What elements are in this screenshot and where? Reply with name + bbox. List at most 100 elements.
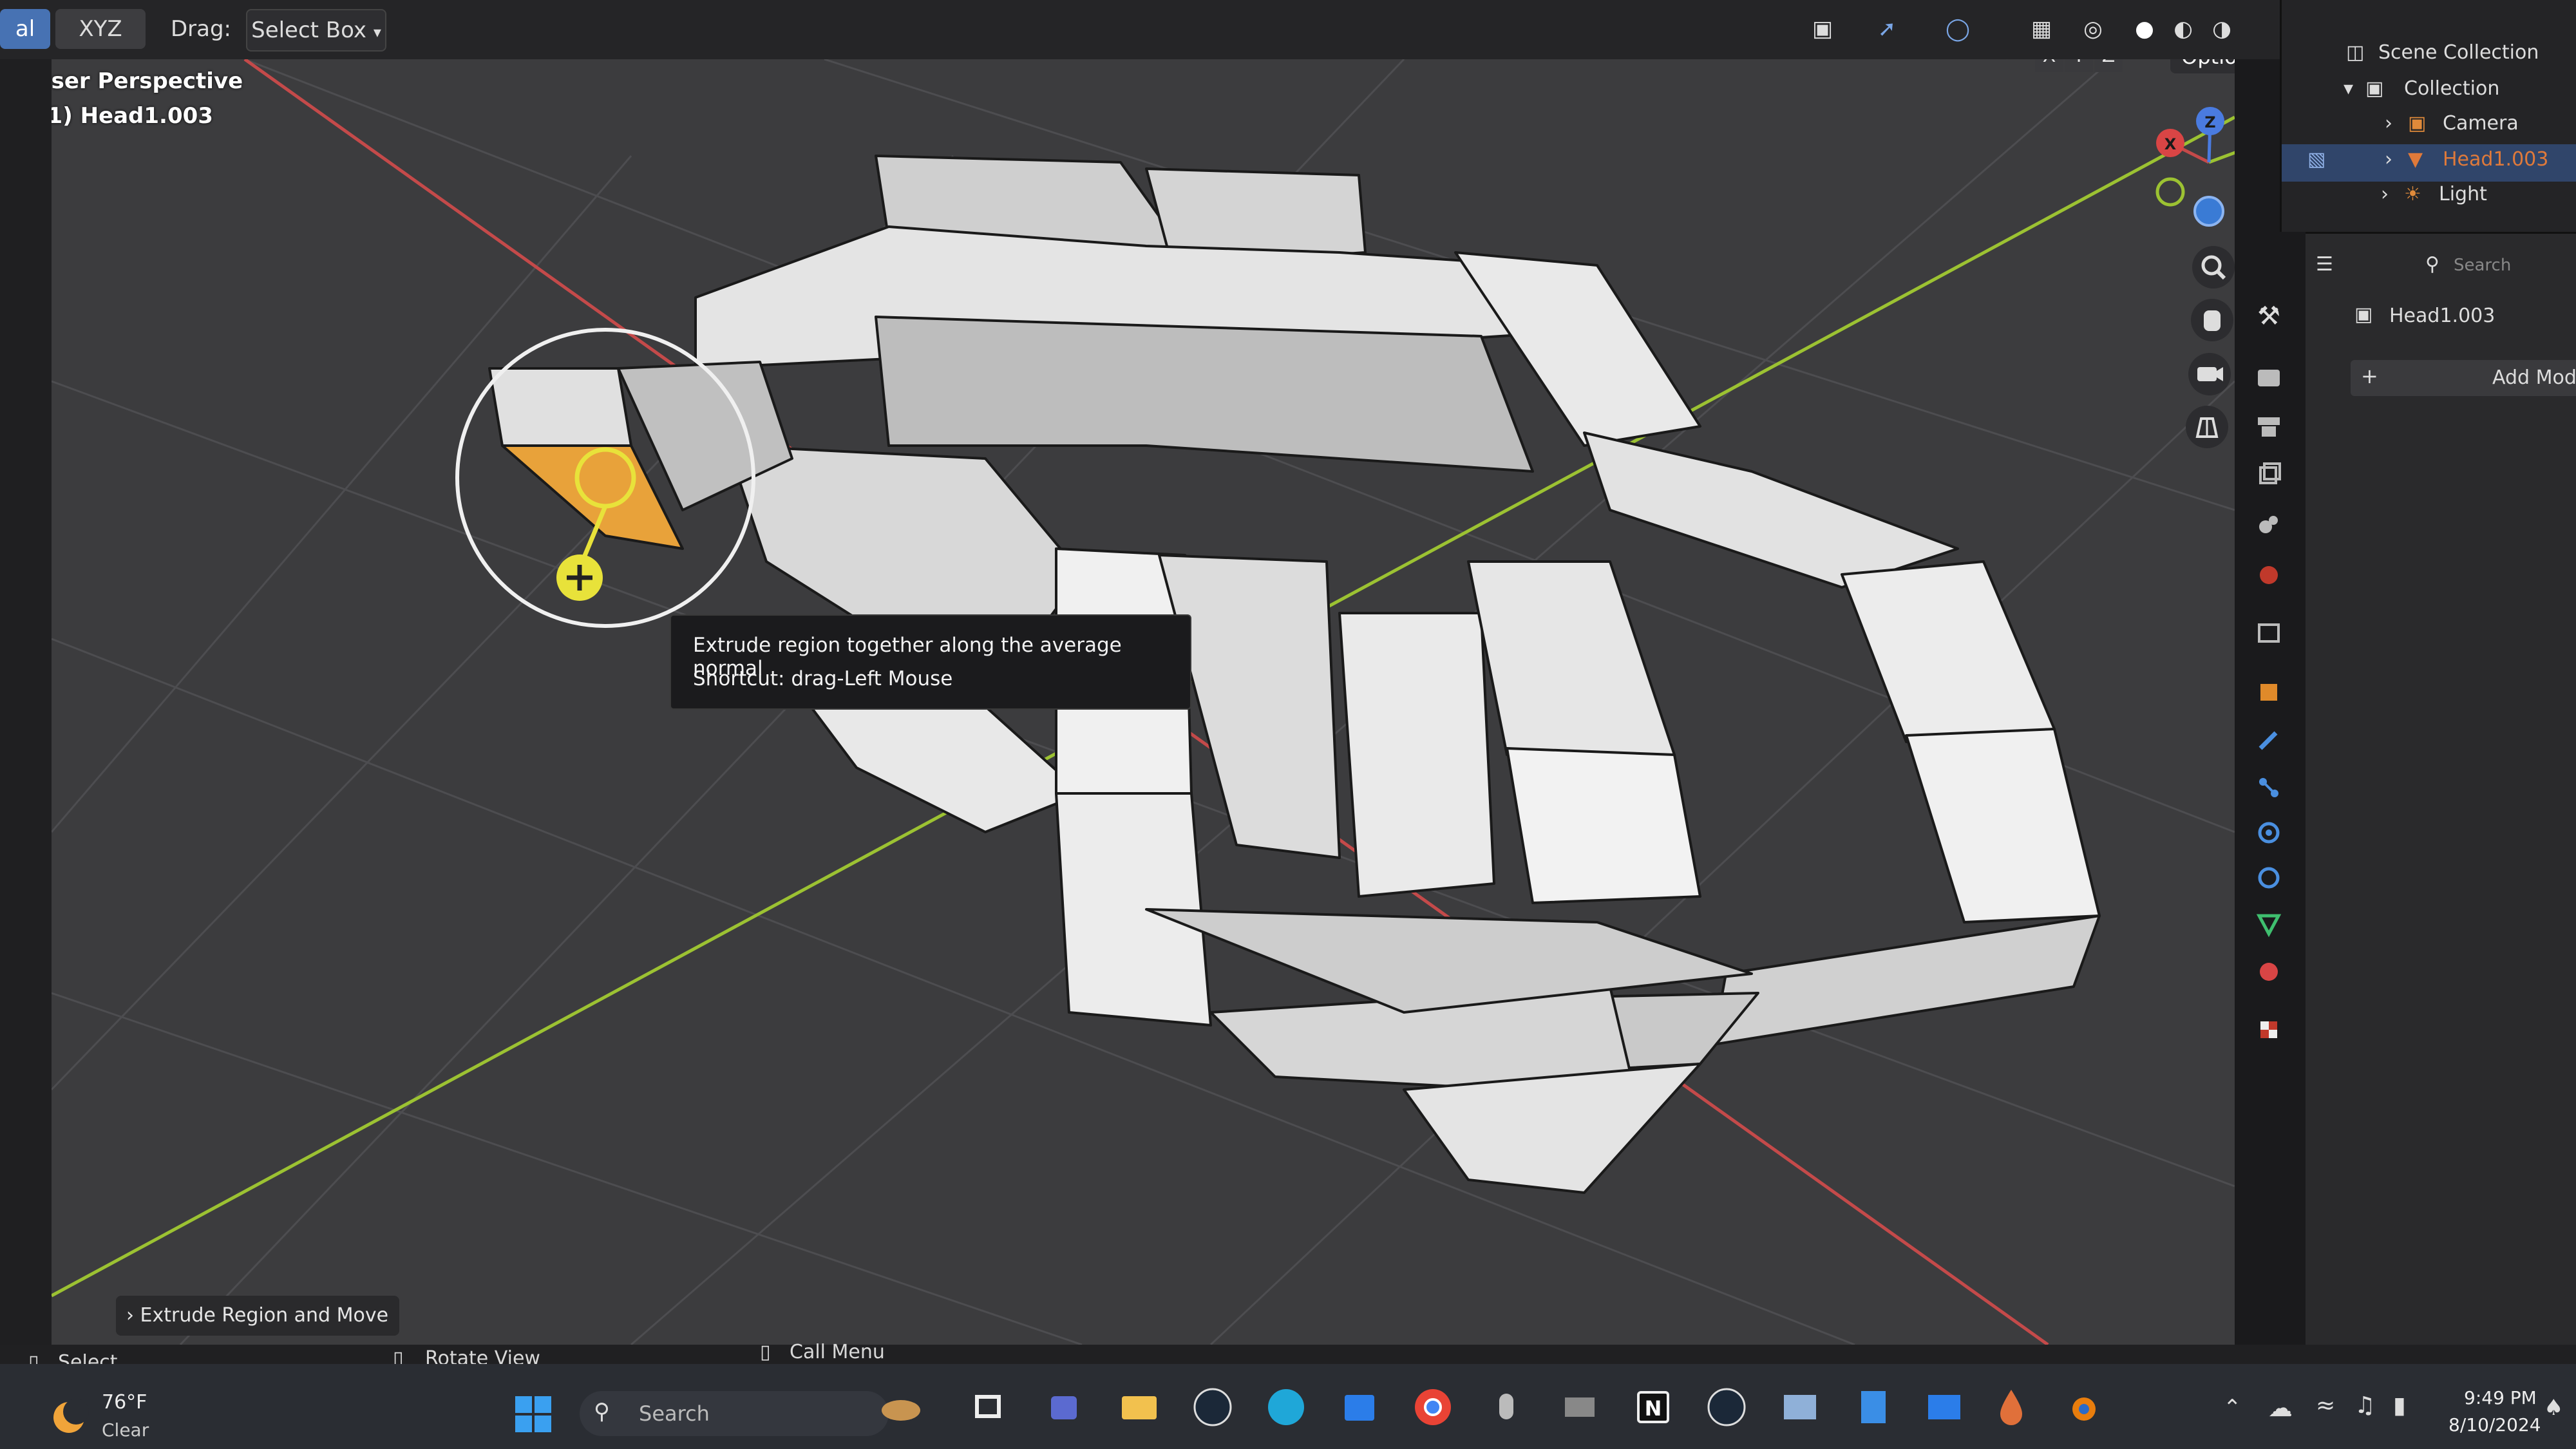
tooltip-shortcut: Shortcut: drag-Left Mouse	[693, 667, 953, 690]
object-tab-icon[interactable]	[2249, 672, 2289, 712]
outliner: ◫ Scene Collection ▾ ▣ Collection › ▣ Ca…	[2280, 0, 2576, 232]
taskbar-search-box[interactable]: ⚲ Search	[580, 1391, 889, 1436]
drag-select-value: Select Box	[251, 17, 367, 43]
chrome-icon[interactable]	[1408, 1382, 1458, 1432]
material-tab-icon[interactable]	[2249, 952, 2289, 992]
search-icon: ⚲	[2425, 253, 2439, 276]
render-tab-icon[interactable]	[2249, 358, 2289, 398]
output-tab-icon[interactable]	[2249, 407, 2289, 447]
widgets-icon[interactable]	[876, 1382, 926, 1432]
file-explorer-icon[interactable]	[1114, 1382, 1164, 1432]
data-tab-icon[interactable]	[2249, 904, 2289, 944]
outliner-item-camera[interactable]: › ▣ Camera	[2282, 112, 2576, 146]
plus-icon: +	[2361, 364, 2378, 388]
wireframe-shading-icon[interactable]: ◎	[2074, 9, 2112, 49]
clock-time[interactable]: 9:49 PM	[2464, 1387, 2537, 1408]
mouse-app-icon[interactable]	[1481, 1382, 1531, 1432]
last-operator-panel[interactable]: › Extrude Region and Move	[116, 1296, 399, 1336]
mirror-axis-icon[interactable]: ❖	[1996, 59, 2032, 75]
mode-selector[interactable]: al	[0, 9, 50, 49]
notion-icon[interactable]: N	[1628, 1382, 1678, 1432]
outliner-item-label: Light	[2439, 183, 2487, 205]
world-tab-icon[interactable]	[2249, 555, 2289, 595]
volume-icon[interactable]: ♫	[2354, 1392, 2375, 1419]
editor-type-icon[interactable]: ☰	[2316, 253, 2333, 276]
task-view-icon[interactable]	[963, 1382, 1014, 1432]
properties-tab-bar: ⚒	[2235, 59, 2306, 1345]
photos-icon[interactable]	[1775, 1382, 1825, 1432]
view-overlays-icon[interactable]: ▣	[1803, 9, 1842, 49]
status-callmenu-label: Call Menu	[790, 1341, 885, 1363]
gizmo-toggle-icon[interactable]: ➚	[1868, 9, 1906, 49]
notification-bell-icon[interactable]: ♠	[2544, 1395, 2563, 1421]
mouse-right-icon: ▯	[760, 1341, 771, 1363]
camera-view-icon[interactable]	[2188, 353, 2231, 395]
tool-tab-icon[interactable]: ⚒	[2249, 301, 2289, 341]
expand-arrow-icon[interactable]: ›	[2385, 112, 2392, 135]
axis-z-toggle[interactable]: Z	[2094, 59, 2123, 72]
app-tile-icon[interactable]	[1919, 1382, 1969, 1432]
rendered-shading-icon[interactable]: ◑	[2202, 9, 2241, 49]
steam-icon-2[interactable]	[1701, 1382, 1752, 1432]
scene-collection-label[interactable]: Scene Collection	[2378, 41, 2539, 64]
mesh-icon: ▼	[2408, 148, 2423, 171]
show-hidden-icons[interactable]: ⌃	[2223, 1395, 2242, 1421]
texture-tab-icon[interactable]	[2249, 1010, 2289, 1050]
add-modifier-button[interactable]: + Add Mod	[2351, 360, 2576, 396]
collection-tab-icon[interactable]	[2249, 613, 2289, 653]
drop-app-icon[interactable]	[1986, 1382, 2036, 1432]
perspective-grid-icon[interactable]	[2186, 406, 2228, 448]
last-operator-label: Extrude Region and Move	[140, 1304, 389, 1327]
particles-tab-icon[interactable]	[2249, 768, 2289, 808]
taskbar-search-placeholder: Search	[639, 1401, 710, 1426]
store-icon[interactable]	[1334, 1382, 1385, 1432]
transform-orientation-button[interactable]: XYZ	[55, 9, 146, 49]
material-shading-icon[interactable]: ◐	[2164, 9, 2202, 49]
outliner-item-light[interactable]: › ☀ Light	[2282, 183, 2576, 216]
edge-icon[interactable]	[1261, 1382, 1311, 1432]
teams-icon[interactable]	[1041, 1382, 1091, 1432]
axis-x-toggle[interactable]: X	[2035, 59, 2063, 72]
3d-viewport[interactable]: X Y Z User Perspective (1) Head1.003 ❖ X…	[52, 59, 2235, 1345]
drag-label: Drag:	[170, 16, 232, 42]
constraints-tab-icon[interactable]	[2249, 858, 2289, 898]
physics-tab-icon[interactable]	[2249, 813, 2289, 853]
battery-icon[interactable]: ▮	[2393, 1392, 2406, 1419]
clock-date[interactable]: 8/10/2024	[2448, 1414, 2541, 1435]
zoom-icon[interactable]	[2192, 246, 2235, 289]
properties-search-input[interactable]: Search	[2454, 256, 2511, 275]
viewport-header: al XYZ Drag: Select Box ▾ ▣ ➚ ◯ ▦ ◎ ● ◐ …	[0, 0, 2280, 61]
collection-expand-icon[interactable]: ▾	[2344, 77, 2353, 100]
drag-select-dropdown[interactable]: Select Box ▾	[246, 9, 386, 52]
weather-moon-icon[interactable]	[46, 1395, 91, 1440]
view-layer-tab-icon[interactable]	[2249, 456, 2289, 496]
collection-label[interactable]: Collection	[2404, 77, 2499, 100]
scene-tab-icon[interactable]	[2249, 505, 2289, 545]
mode-icon: ▧	[2307, 148, 2326, 171]
steam-icon[interactable]	[1188, 1382, 1238, 1432]
expand-arrow-icon[interactable]: ›	[2385, 148, 2392, 171]
onedrive-icon[interactable]: ☁	[2268, 1394, 2293, 1422]
pan-hand-icon[interactable]	[2191, 299, 2233, 341]
notepad-icon[interactable]	[1848, 1382, 1899, 1432]
xray-icon[interactable]: ▦	[2022, 9, 2061, 49]
modifier-tab-icon[interactable]	[2249, 720, 2289, 760]
axis-y-toggle[interactable]: Y	[2065, 59, 2093, 72]
blender-icon[interactable]	[2057, 1382, 2107, 1432]
options-dropdown[interactable]: Options ▾	[2170, 59, 2235, 73]
weather-desc: Clear	[102, 1419, 149, 1441]
collection-icon: ▣	[2365, 77, 2384, 100]
gizmo-x-label: X	[2164, 135, 2177, 153]
wifi-icon[interactable]: ≈	[2316, 1392, 2335, 1419]
properties-editor: ☰ ⚲ Search ▣ Head1.003 + Add Mod	[2306, 232, 2576, 1347]
tool-shelf	[0, 59, 52, 1345]
overlay-toggle-icon[interactable]: ◯	[1938, 9, 1977, 49]
app-icon[interactable]	[1555, 1382, 1605, 1432]
active-object-label: (1) Head1.003	[52, 103, 213, 129]
solid-shading-icon[interactable]: ●	[2125, 9, 2164, 49]
expand-arrow-icon[interactable]: ›	[2381, 183, 2389, 205]
windows-start-icon[interactable]	[513, 1394, 554, 1435]
outliner-item-head[interactable]: ▧ › ▼ Head1.003	[2282, 144, 2576, 182]
navigation-gizmo[interactable]	[2155, 107, 2235, 227]
expand-chevron-icon: ›	[126, 1304, 134, 1327]
